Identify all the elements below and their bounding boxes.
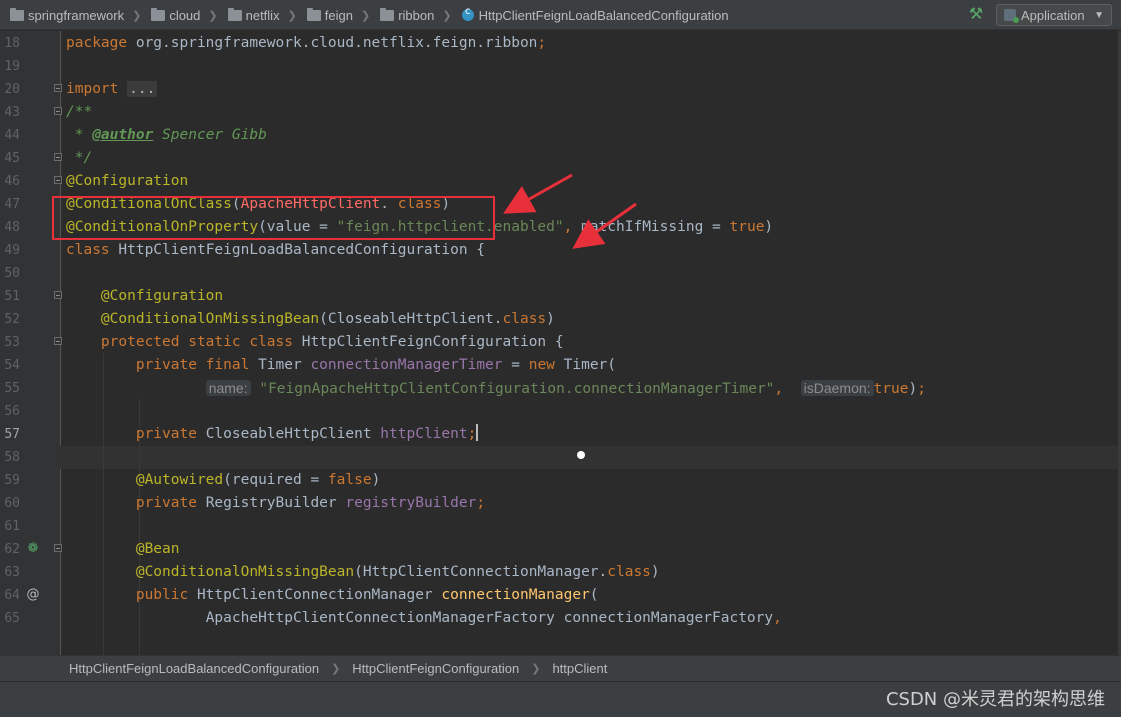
structure-breadcrumb-item[interactable]: HttpClientFeignLoadBalancedConfiguration	[69, 661, 319, 676]
chevron-right-icon: ❯	[331, 663, 341, 675]
annotation-arrow	[503, 173, 573, 214]
chevron-right-icon: ❯	[531, 663, 541, 675]
mouse-pointer	[577, 451, 585, 459]
annotation-arrow	[572, 202, 637, 249]
structure-breadcrumb: HttpClientFeignLoadBalancedConfiguration…	[0, 655, 1121, 681]
structure-breadcrumb-item[interactable]: HttpClientFeignConfiguration	[352, 661, 519, 676]
annotation-arrows	[503, 173, 637, 249]
structure-breadcrumb-item[interactable]: httpClient	[552, 661, 607, 676]
watermark: CSDN @米灵君的架构思维	[885, 689, 1105, 710]
